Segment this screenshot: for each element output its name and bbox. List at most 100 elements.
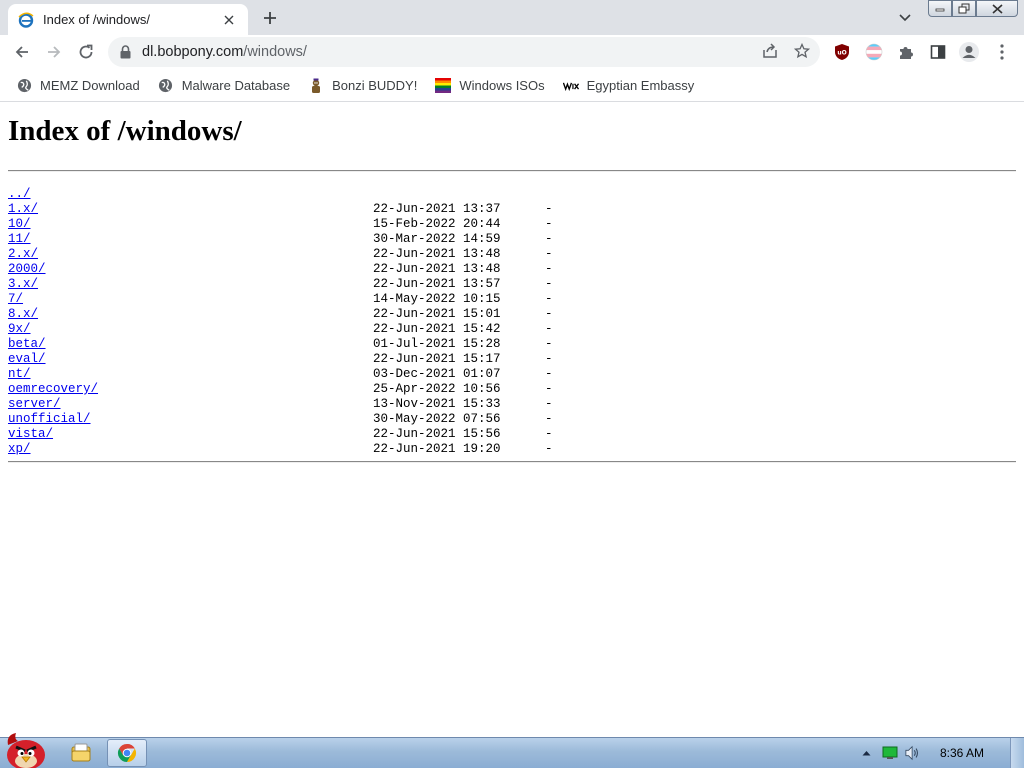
file-size: - (545, 367, 553, 381)
directory-link[interactable]: 10/ (8, 217, 31, 231)
close-window-button[interactable] (976, 0, 1018, 17)
directory-link[interactable]: server/ (8, 397, 61, 411)
modified-date: 25-Apr-2022 10:56 (373, 382, 501, 396)
bookmark-label: Windows ISOs (459, 78, 545, 93)
globe-icon (16, 78, 32, 94)
forward-button[interactable] (40, 38, 68, 66)
directory-link[interactable]: oemrecovery/ (8, 382, 98, 396)
listing-row: 11/30-Mar-2022 14:59 - (8, 232, 1016, 247)
listing-row: 7/14-May-2022 10:15 - (8, 292, 1016, 307)
lock-icon[interactable] (120, 44, 134, 60)
new-tab-button[interactable] (256, 5, 284, 31)
listing-row: eval/22-Jun-2021 15:17 - (8, 352, 1016, 367)
listing-row: 8.x/22-Jun-2021 15:01 - (8, 307, 1016, 322)
back-button[interactable] (8, 38, 36, 66)
bookmark-malware-database[interactable]: Malware Database (150, 72, 298, 100)
plus-icon (264, 12, 276, 24)
ie-icon (18, 12, 34, 28)
file-size: - (545, 292, 553, 306)
menu-icon[interactable] (991, 41, 1013, 63)
directory-link[interactable]: unofficial/ (8, 412, 91, 426)
reload-button[interactable] (72, 38, 100, 66)
modified-date: 22-Jun-2021 15:56 (373, 427, 501, 441)
explorer-icon (71, 743, 91, 762)
bookmark-label: Malware Database (181, 78, 291, 93)
directory-link[interactable]: 7/ (8, 292, 23, 306)
directory-link[interactable]: 2.x/ (8, 247, 38, 261)
divider-bottom (8, 461, 1016, 463)
listing-row: 10/15-Feb-2022 20:44 - (8, 217, 1016, 232)
tab-close-icon[interactable] (220, 11, 238, 29)
chrome-taskbar-button[interactable] (107, 739, 147, 767)
bonzi-icon (308, 78, 324, 94)
bookmark-memz-download[interactable]: MEMZ Download (8, 72, 148, 100)
file-size: - (545, 247, 553, 261)
show-desktop-button[interactable] (1010, 738, 1024, 768)
directory-link[interactable]: 3.x/ (8, 277, 38, 291)
explorer-taskbar-button[interactable] (61, 739, 101, 767)
modified-date: 22-Jun-2021 13:48 (373, 247, 501, 261)
address-bar[interactable]: dl.bobpony.com/windows/ (108, 37, 820, 67)
listing-row: xp/22-Jun-2021 19:20 - (8, 442, 1016, 457)
directory-listing: ../1.x/22-Jun-2021 13:37-10/15-Feb-2022 … (8, 172, 1016, 461)
bookmark-label: Egyptian Embassy (586, 78, 695, 93)
file-size: - (545, 397, 553, 411)
file-size: - (545, 232, 553, 246)
page-title: Index of /windows/ (8, 115, 242, 147)
listing-row: server/13-Nov-2021 15:33 - (8, 397, 1016, 412)
file-size: - (545, 337, 553, 351)
directory-link[interactable]: beta/ (8, 337, 46, 351)
modified-date: 22-Jun-2021 15:01 (373, 307, 501, 321)
listing-row: oemrecovery/25-Apr-2022 10:56 - (8, 382, 1016, 397)
taskbar-clock[interactable]: 8:36 AM (940, 746, 984, 760)
directory-link[interactable]: eval/ (8, 352, 46, 366)
arrow-left-icon (15, 46, 28, 58)
wix-icon (562, 78, 579, 94)
tab-strip: Index of /windows/ (0, 0, 1024, 35)
tab-title: Index of /windows/ (43, 12, 150, 27)
bookmark-bonzi-buddy[interactable]: Bonzi BUDDY! (300, 72, 425, 100)
puzzle-extensions-icon[interactable] (895, 41, 917, 63)
modified-date: 30-May-2022 07:56 (373, 412, 501, 426)
angry-bird-start-icon[interactable] (2, 731, 50, 768)
chrome-icon (117, 744, 137, 762)
directory-link[interactable]: 2000/ (8, 262, 46, 276)
globe-icon (158, 78, 174, 94)
url-text: dl.bobpony.com/windows/ (142, 44, 307, 60)
url-host: dl.bobpony.com (142, 44, 244, 60)
modified-date: 03-Dec-2021 01:07 (373, 367, 501, 381)
modified-date: 22-Jun-2021 19:20 (373, 442, 501, 456)
modified-date: 01-Jul-2021 15:28 (373, 337, 501, 351)
browser-toolbar: dl.bobpony.com/windows/ uO (0, 35, 1024, 70)
trans-flag-extension-icon[interactable] (863, 41, 885, 63)
show-hidden-icons-arrow[interactable] (858, 745, 874, 761)
bookmark-label: MEMZ Download (40, 78, 140, 93)
side-panel-icon[interactable] (927, 41, 949, 63)
share-icon[interactable] (759, 40, 781, 62)
directory-link[interactable]: 9x/ (8, 322, 31, 336)
page-content: Index of /windows/ ../1.x/22-Jun-2021 13… (0, 103, 1024, 737)
directory-link[interactable]: 11/ (8, 232, 31, 246)
tab-search-button[interactable] (893, 6, 917, 30)
rainbow-flag-icon (435, 78, 452, 94)
file-size: - (545, 442, 553, 456)
file-size: - (545, 262, 553, 276)
restore-button[interactable] (952, 0, 976, 17)
directory-link[interactable]: 8.x/ (8, 307, 38, 321)
minimize-button[interactable] (928, 0, 952, 17)
volume-icon[interactable] (905, 745, 921, 761)
profile-icon[interactable] (958, 41, 980, 63)
taskbar: 8:36 AM (0, 733, 1024, 768)
browser-tab[interactable]: Index of /windows/ (8, 4, 248, 35)
directory-link[interactable]: xp/ (8, 442, 31, 456)
bookmark-windows-isos[interactable]: Windows ISOs (427, 72, 552, 100)
network-icon[interactable] (882, 745, 898, 761)
directory-link[interactable]: vista/ (8, 427, 53, 441)
bookmark-star-icon[interactable] (791, 40, 813, 62)
bookmark-egyptian-embassy[interactable]: Egyptian Embassy (555, 72, 703, 100)
directory-link[interactable]: ../ (8, 187, 31, 201)
listing-row: beta/01-Jul-2021 15:28 - (8, 337, 1016, 352)
ublock-origin-icon[interactable]: uO (831, 41, 853, 63)
directory-link[interactable]: nt/ (8, 367, 31, 381)
directory-link[interactable]: 1.x/ (8, 202, 38, 216)
